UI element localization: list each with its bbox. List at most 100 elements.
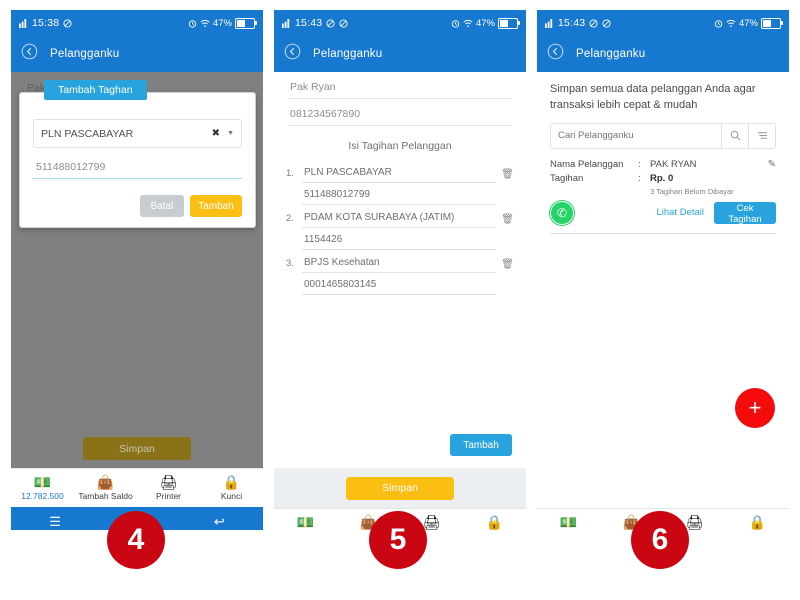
status-time: 15:38 — [32, 17, 60, 29]
page-title: Pelangganku — [576, 48, 646, 60]
bottom-toolbar: 💵 12.782.500 👜 Tambah Saldo 🖨 Printer 🔒 … — [11, 468, 263, 507]
whatsapp-icon[interactable]: ✆ — [550, 200, 574, 225]
app-bar: Pelangganku — [537, 36, 789, 72]
save-button[interactable]: Simpan — [346, 476, 454, 500]
bill-product[interactable]: BPJS Kesehatan — [302, 257, 496, 273]
toolbar-item-lock[interactable]: 🔒 Kunci — [726, 515, 789, 530]
step-badge-5: 5 — [369, 511, 427, 569]
bill-index-spacer — [286, 234, 302, 250]
save-action-strip: Simpan — [274, 468, 526, 508]
bill-index: 2. — [286, 213, 294, 224]
bill-total-value: Rp. 0 — [650, 172, 674, 184]
detail-link[interactable]: Lihat Detail — [656, 207, 704, 218]
add-bill-dialog: Tambah Taghan PLN PASCABAYAR ✖ ▼ 5114880… — [19, 80, 256, 228]
bill-number-input[interactable]: 511488012799 — [33, 161, 242, 179]
toolbar-item-balance[interactable]: 💵 12.782.500 — [537, 515, 600, 530]
bills-section-title: Isi Tagihan Pelanggan — [348, 140, 452, 152]
filter-list-icon[interactable] — [748, 123, 775, 148]
toolbar-item-balance[interactable]: 💵 12.782.500 — [11, 475, 74, 501]
mute-icon — [63, 18, 72, 28]
bill-product[interactable]: PLN PASCABAYAR — [302, 167, 496, 183]
chevron-down-icon[interactable]: ▼ — [227, 130, 234, 137]
check-bill-button[interactable]: Cek Tagihan — [714, 201, 776, 225]
intro-text: Simpan semua data pelanggan Anda agar tr… — [550, 83, 756, 111]
bill-index: 3. — [286, 258, 294, 269]
wifi-icon — [726, 19, 736, 28]
empty-action-strip — [537, 468, 789, 508]
status-bar: 15:38 47% — [11, 10, 263, 36]
back-arrow-icon[interactable]: ↩ — [214, 514, 225, 530]
printer-icon: 🖨 — [685, 514, 704, 530]
toolbar-item-lock[interactable]: 🔒 Kunci — [463, 515, 526, 530]
product-select-value: PLN PASCABAYAR — [41, 127, 134, 140]
add-bill-button[interactable]: Tambah — [450, 434, 512, 456]
bill-index: 1. — [286, 168, 294, 179]
product-select[interactable]: PLN PASCABAYAR ✖ ▼ — [33, 119, 242, 148]
lock-label: Kunci — [220, 491, 243, 501]
page-title: Pelangganku — [50, 48, 120, 60]
money-icon: 💵 — [296, 514, 315, 530]
lock-icon: 🔒 — [222, 474, 241, 490]
printer-label: Printer — [155, 491, 182, 501]
list-item: 2. PDAM KOTA SURABAYA (JATIM) 🗑 1154426 — [274, 205, 526, 250]
bill-list: 1. PLN PASCABAYAR 🗑 511488012799 2. PDAM… — [274, 160, 526, 295]
plus-icon[interactable]: + — [735, 388, 775, 428]
status-bar: 15:43 47% — [537, 10, 789, 36]
panel3-content: Simpan semua data pelanggan Anda agar tr… — [537, 72, 789, 468]
toolbar-item-topup[interactable]: 👜 Tambah Saldo — [74, 475, 137, 501]
mute-icon — [589, 18, 598, 28]
money-icon: 💵 — [559, 514, 578, 530]
customer-card: Nama Pelanggan : PAK RYAN ✎ Tagihan : Rp… — [550, 159, 776, 234]
hamburger-menu-icon[interactable]: ☰ — [49, 514, 61, 530]
panel2-content: Pak Ryan 081234567890 Isi Tagihan Pelang… — [274, 72, 526, 468]
customer-name-key: Nama Pelanggan — [550, 158, 624, 170]
search-input[interactable] — [551, 123, 721, 148]
list-item: 1. PLN PASCABAYAR 🗑 511488012799 — [274, 160, 526, 205]
topup-label: Tambah Saldo — [78, 491, 133, 501]
wifi-icon — [463, 19, 473, 28]
toolbar-item-printer[interactable]: 🖨 Printer — [137, 475, 200, 501]
toolbar-item-balance[interactable]: 💵 12.782.500 — [274, 515, 337, 530]
separator: : — [638, 172, 641, 184]
add-button[interactable]: Tambah — [190, 195, 242, 217]
separator: : — [638, 158, 641, 170]
bill-number[interactable]: 0001465803145 — [302, 279, 496, 295]
status-time: 15:43 — [295, 17, 323, 29]
bill-number[interactable]: 511488012799 — [302, 189, 496, 205]
customer-name-field[interactable]: Pak Ryan — [288, 72, 512, 99]
dialog-title-tab: Tambah Taghan — [44, 80, 147, 100]
bill-index-spacer — [286, 279, 302, 295]
search-icon[interactable] — [721, 123, 748, 148]
phone-panel-step4: 15:38 47% Pelangganku Pak Tambah Taghan … — [11, 10, 263, 530]
alarm-icon — [714, 19, 723, 28]
battery-percent: 47% — [212, 17, 232, 29]
trash-icon[interactable]: 🗑 — [496, 169, 514, 183]
bill-product[interactable]: PDAM KOTA SURABAYA (JATIM) — [302, 212, 496, 228]
cancel-button[interactable]: Batal — [140, 195, 184, 217]
printer-icon: 🖨 — [159, 474, 178, 490]
battery-icon — [498, 17, 520, 29]
save-button[interactable]: Simpan — [83, 437, 191, 460]
trash-icon[interactable]: 🗑 — [496, 259, 514, 273]
edit-icon[interactable]: ✎ — [768, 159, 776, 170]
alarm-icon — [451, 19, 460, 28]
bill-number[interactable]: 1154426 — [302, 234, 496, 250]
dialog-actions: Batal Tambah — [33, 195, 242, 217]
trash-icon[interactable]: 🗑 — [496, 214, 514, 228]
balance-label: 12.782.500 — [21, 491, 64, 501]
toolbar-item-lock[interactable]: 🔒 Kunci — [200, 475, 263, 501]
chevron-left-circle-icon[interactable] — [547, 43, 564, 65]
chevron-left-circle-icon[interactable] — [284, 43, 301, 65]
chevron-left-circle-icon[interactable] — [21, 43, 38, 65]
bill-index-spacer — [286, 189, 302, 205]
close-icon[interactable]: ✖ — [212, 128, 220, 139]
signal-icon — [545, 18, 554, 28]
status-time: 15:43 — [558, 17, 586, 29]
customer-phone-field[interactable]: 081234567890 — [288, 99, 512, 126]
screenshot-stage: 15:38 47% Pelangganku Pak Tambah Taghan … — [0, 0, 800, 600]
money-icon: 💵 — [33, 474, 52, 490]
battery-icon — [761, 17, 783, 29]
signal-icon — [19, 18, 28, 28]
battery-icon — [235, 17, 257, 29]
wallet-icon: 👜 — [96, 474, 115, 490]
